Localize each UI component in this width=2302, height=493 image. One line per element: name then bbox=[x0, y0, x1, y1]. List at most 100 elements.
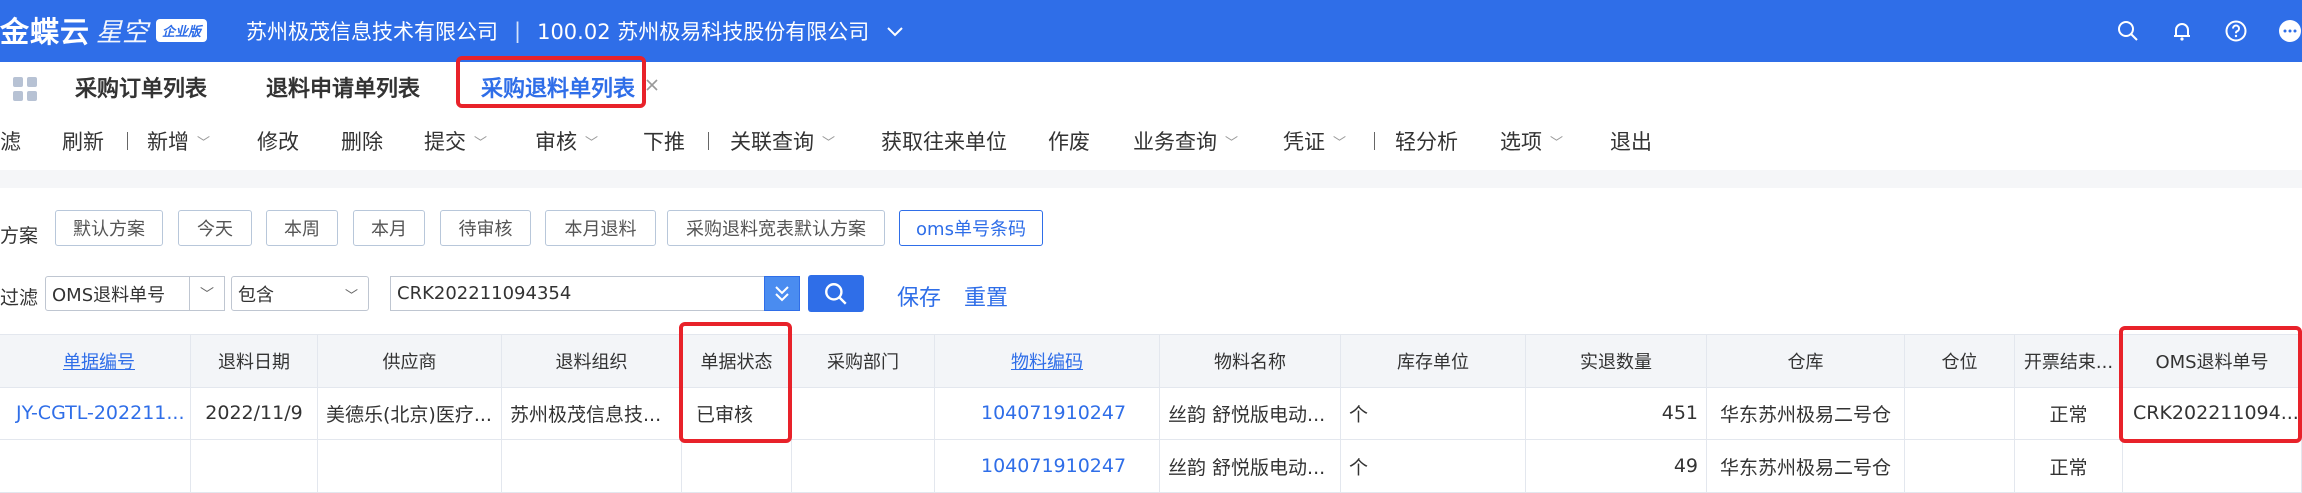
filter-search-button[interactable] bbox=[808, 275, 864, 312]
options-button[interactable]: 选项 ﹀ bbox=[1500, 112, 1563, 170]
col-stock-unit[interactable]: 库存单位 bbox=[1341, 335, 1526, 387]
light-analysis-button[interactable]: 轻分析 bbox=[1395, 112, 1458, 170]
cell-location bbox=[1905, 387, 2015, 439]
submit-label: 提交 bbox=[424, 130, 466, 154]
chevron-down-icon[interactable] bbox=[887, 22, 903, 41]
table-row[interactable]: JY-CGTL-202211... 2022/11/9 美德乐(北京)医疗...… bbox=[0, 387, 2302, 440]
cell-bill-no[interactable]: JY-CGTL-202211... bbox=[8, 387, 191, 439]
toolbar-divider bbox=[708, 132, 709, 150]
apps-grid-icon[interactable] bbox=[12, 76, 38, 102]
col-bill-no[interactable]: 单据编号 bbox=[8, 335, 191, 387]
col-return-org[interactable]: 退料组织 bbox=[502, 335, 682, 387]
cell-return-date bbox=[191, 440, 318, 492]
push-down-button[interactable]: 下推 bbox=[643, 112, 685, 170]
top-bar: 金蝶云 星空 企业版 苏州极茂信息技术有限公司 | 100.02 苏州极易科技股… bbox=[0, 0, 2302, 62]
chevron-down-icon: ﹀ bbox=[1225, 135, 1239, 151]
filter-operator-value: 包含 bbox=[238, 284, 274, 306]
linked-query-label: 关联查询 bbox=[730, 130, 814, 154]
scheme-chip-oms-barcode[interactable]: oms单号条码 bbox=[899, 210, 1043, 246]
col-supplier[interactable]: 供应商 bbox=[318, 335, 502, 387]
cell-supplier: 美德乐(北京)医疗... bbox=[318, 387, 502, 439]
save-filter-link[interactable]: 保存 bbox=[897, 280, 941, 312]
modify-button[interactable]: 修改 bbox=[257, 112, 299, 170]
search-icon[interactable] bbox=[2116, 19, 2140, 43]
new-button[interactable]: 新增 ﹀ bbox=[147, 112, 210, 170]
chevron-down-icon: ﹀ bbox=[200, 286, 214, 303]
get-partner-button[interactable]: 获取往来单位 bbox=[881, 112, 1007, 170]
table-row[interactable]: 104071910247 丝韵 舒悦版电动... 个 49 华东苏州极易二号仓 … bbox=[0, 440, 2302, 493]
audit-button[interactable]: 审核 ﹀ bbox=[535, 112, 598, 170]
filter-operator-select[interactable]: 包含 ﹀ bbox=[231, 276, 369, 311]
options-label: 选项 bbox=[1500, 130, 1542, 154]
cell-bill-status bbox=[682, 440, 792, 492]
scheme-chip-month-return[interactable]: 本月退料 bbox=[545, 210, 656, 246]
close-tab-icon[interactable] bbox=[645, 76, 659, 97]
scheme-chip-this-month[interactable]: 本月 bbox=[353, 210, 425, 246]
business-query-label: 业务查询 bbox=[1133, 130, 1217, 154]
col-material-name[interactable]: 物料名称 bbox=[1160, 335, 1341, 387]
cell-return-org: 苏州极茂信息技... bbox=[502, 387, 682, 439]
cell-location bbox=[1905, 440, 2015, 492]
scheme-chip-this-week[interactable]: 本周 bbox=[266, 210, 338, 246]
chevron-down-icon: ﹀ bbox=[344, 289, 358, 304]
cell-bill-no[interactable] bbox=[8, 440, 191, 492]
cell-stock-unit: 个 bbox=[1341, 440, 1526, 492]
cell-material-code[interactable]: 104071910247 bbox=[935, 387, 1160, 439]
void-button[interactable]: 作废 bbox=[1048, 112, 1090, 170]
chevron-down-icon: ﹀ bbox=[585, 135, 599, 151]
reset-filter-link[interactable]: 重置 bbox=[964, 280, 1008, 312]
company-name: 苏州极茂信息技术有限公司 bbox=[246, 20, 498, 44]
col-actual-qty[interactable]: 实退数量 bbox=[1526, 335, 1707, 387]
cell-stock-unit: 个 bbox=[1341, 387, 1526, 439]
search-icon bbox=[825, 282, 847, 305]
highlight-bill-status bbox=[679, 322, 792, 443]
tab-purchase-order-list[interactable]: 采购订单列表 bbox=[75, 62, 207, 112]
refresh-button[interactable]: 刷新 bbox=[62, 112, 104, 170]
cell-purchase-dept bbox=[792, 440, 935, 492]
more-icon[interactable] bbox=[2278, 19, 2302, 43]
voucher-label: 凭证 bbox=[1283, 130, 1325, 154]
voucher-button[interactable]: 凭证 ﹀ bbox=[1283, 112, 1346, 170]
cell-material-name: 丝韵 舒悦版电动... bbox=[1160, 440, 1341, 492]
help-icon[interactable] bbox=[2224, 19, 2248, 43]
cell-warehouse: 华东苏州极易二号仓 bbox=[1707, 440, 1905, 492]
edition-badge: 企业版 bbox=[156, 18, 208, 42]
submit-button[interactable]: 提交 ﹀ bbox=[424, 112, 487, 170]
table-header-row: 单据编号 退料日期 供应商 退料组织 单据状态 采购部门 物料编码 物料名称 库… bbox=[0, 334, 2302, 388]
org-switcher[interactable]: 苏州极茂信息技术有限公司 | 100.02 苏州极易科技股份有限公司 bbox=[246, 0, 903, 62]
chevron-down-icon: ﹀ bbox=[197, 135, 211, 151]
chevron-down-icon: ﹀ bbox=[822, 135, 836, 151]
filter-value-expand[interactable] bbox=[764, 276, 800, 311]
chevron-down-icon: ﹀ bbox=[1550, 135, 1564, 151]
chevron-down-icon: ﹀ bbox=[1333, 135, 1347, 151]
bell-icon[interactable] bbox=[2170, 19, 2194, 43]
header-icons bbox=[2086, 0, 2302, 62]
audit-label: 审核 bbox=[535, 130, 577, 154]
col-purchase-dept[interactable]: 采购部门 bbox=[792, 335, 935, 387]
org-separator: | bbox=[514, 19, 522, 43]
col-material-code[interactable]: 物料编码 bbox=[935, 335, 1160, 387]
filter-label: 过滤 bbox=[0, 287, 39, 309]
tab-return-request-list[interactable]: 退料申请单列表 bbox=[266, 62, 420, 112]
scheme-chip-pending-audit[interactable]: 待审核 bbox=[440, 210, 531, 246]
business-query-button[interactable]: 业务查询 ﹀ bbox=[1133, 112, 1238, 170]
scheme-chip-default[interactable]: 默认方案 bbox=[55, 210, 163, 246]
filter-field-dropdown[interactable]: ﹀ bbox=[189, 276, 225, 311]
scheme-chip-today[interactable]: 今天 bbox=[178, 210, 252, 246]
brand-name: 金蝶云 bbox=[0, 15, 91, 49]
filter-button[interactable]: 滤 bbox=[0, 112, 21, 170]
cell-purchase-dept bbox=[792, 387, 935, 439]
cell-material-code[interactable]: 104071910247 bbox=[935, 440, 1160, 492]
col-warehouse[interactable]: 仓库 bbox=[1707, 335, 1905, 387]
cell-return-org bbox=[502, 440, 682, 492]
chevron-down-icon: ﹀ bbox=[474, 135, 488, 151]
col-return-date[interactable]: 退料日期 bbox=[191, 335, 318, 387]
delete-button[interactable]: 删除 bbox=[341, 112, 383, 170]
cell-supplier bbox=[318, 440, 502, 492]
col-location[interactable]: 仓位 bbox=[1905, 335, 2015, 387]
linked-query-button[interactable]: 关联查询 ﹀ bbox=[730, 112, 835, 170]
filter-value-input[interactable]: CRK202211094354 bbox=[390, 276, 764, 311]
scheme-chip-wide-default[interactable]: 采购退料宽表默认方案 bbox=[667, 210, 885, 246]
col-invoice-end[interactable]: 开票结束... bbox=[2015, 335, 2123, 387]
exit-button[interactable]: 退出 bbox=[1610, 112, 1652, 170]
